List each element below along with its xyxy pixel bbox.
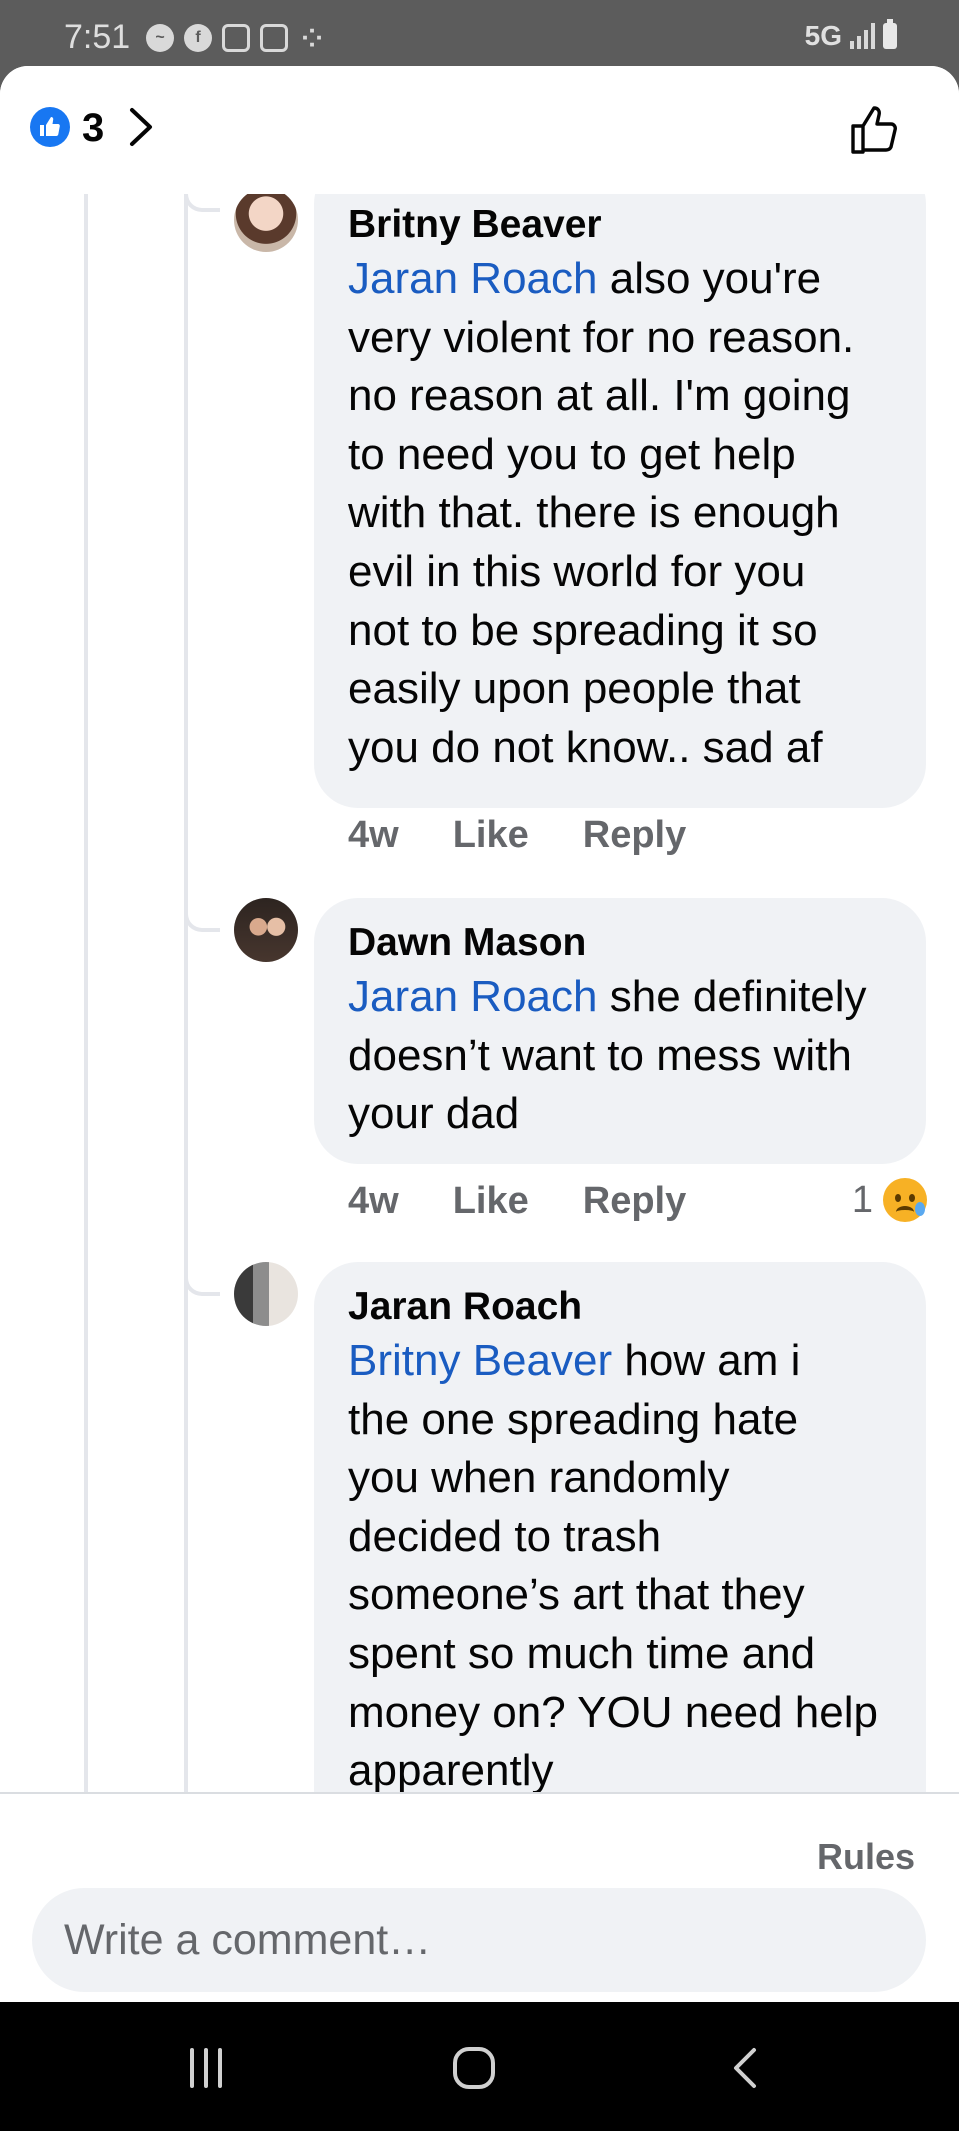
messenger-icon: ~: [146, 24, 174, 52]
status-right: 5G: [804, 19, 897, 52]
recent-apps-icon[interactable]: [176, 2038, 236, 2098]
status-bar: 7:51 ~ f ⁘ 5G: [0, 0, 959, 66]
facebook-icon: f: [184, 24, 212, 52]
chevron-right-icon[interactable]: [120, 106, 162, 148]
like-button-icon[interactable]: [847, 102, 903, 158]
comment-text: Jaran Roach she definitely doesn’t want …: [348, 972, 867, 1139]
comment-bubble[interactable]: Dawn Mason Jaran Roach she definitely do…: [314, 898, 926, 1164]
reply-link[interactable]: Reply: [583, 1180, 686, 1223]
like-link[interactable]: Like: [453, 1180, 529, 1223]
mention-link[interactable]: Jaran Roach: [348, 254, 597, 303]
comment-author[interactable]: Britny Beaver: [348, 200, 894, 250]
rules-link[interactable]: Rules: [817, 1836, 915, 1878]
comment-bubble[interactable]: Britny Beaver Jaran Roach also you're ve…: [314, 194, 926, 808]
comment-author[interactable]: Dawn Mason: [348, 918, 894, 968]
comment-thread[interactable]: Britny Beaver Jaran Roach also you're ve…: [0, 194, 959, 1792]
reply-link[interactable]: Reply: [583, 814, 686, 857]
avatar[interactable]: [234, 898, 298, 962]
comment-meta: 4w Like Reply: [348, 1180, 740, 1223]
gallery-icon: [260, 24, 288, 52]
comments-sheet: 3 Britny Beaver Jaran Roach also you're …: [0, 66, 959, 2002]
navigation-bar: [0, 2002, 959, 2131]
thread-line-inner: [184, 194, 188, 1792]
avatar[interactable]: [234, 1262, 298, 1326]
home-icon[interactable]: [444, 2038, 504, 2098]
like-reaction-icon[interactable]: [30, 107, 70, 147]
thread-line-outer: [84, 194, 88, 1792]
network-label: 5G: [804, 20, 842, 51]
comment-text: Jaran Roach also you're very violent for…: [348, 254, 855, 772]
sheet-header: 3: [0, 66, 959, 194]
battery-icon: [883, 19, 897, 49]
signal-icon: [850, 23, 875, 49]
mention-link[interactable]: Britny Beaver: [348, 1336, 612, 1385]
comment-author[interactable]: Jaran Roach: [348, 1282, 894, 1332]
comment-bubble[interactable]: Jaran Roach Britny Beaver how am i the o…: [314, 1262, 926, 1792]
back-icon[interactable]: [716, 2038, 776, 2098]
comment-time: 4w: [348, 1180, 399, 1222]
reaction-count[interactable]: 3: [82, 106, 104, 151]
comment-footer: Rules: [0, 1792, 959, 2002]
reply-connector: [184, 194, 220, 212]
comment-input[interactable]: [32, 1888, 926, 1992]
dots-icon: ⁘: [301, 22, 323, 53]
reply-connector: [184, 910, 220, 932]
comment-meta: 4w Like Reply: [348, 814, 740, 857]
mention-link[interactable]: Jaran Roach: [348, 972, 597, 1021]
notification-icons: ~ f ⁘: [146, 22, 326, 53]
reaction-count: 1: [851, 1178, 873, 1221]
status-time: 7:51: [64, 18, 131, 56]
sad-face-icon: [883, 1178, 927, 1222]
comment-text: Britny Beaver how am i the one spreading…: [348, 1336, 878, 1792]
like-link[interactable]: Like: [453, 814, 529, 857]
avatar[interactable]: [234, 194, 298, 252]
instagram-icon: [222, 24, 250, 52]
comment-reactions[interactable]: 1: [852, 1178, 927, 1222]
comment-time: 4w: [348, 814, 399, 856]
reply-connector: [184, 1274, 220, 1296]
